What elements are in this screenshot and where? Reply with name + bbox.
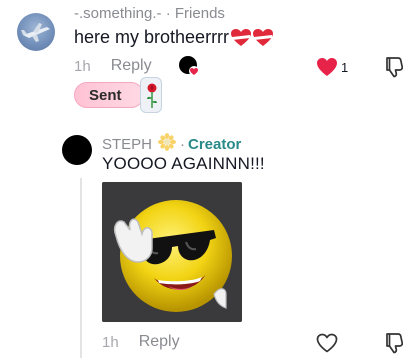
relation-label: Friends (174, 5, 225, 22)
sunflower-emoji-icon (158, 133, 177, 156)
creator-liked-icon (179, 56, 199, 76)
comment-body: here my brotheerrrr (74, 27, 274, 48)
username-separator: · (180, 136, 186, 153)
like-button-2[interactable] (316, 333, 338, 358)
username-text[interactable]: -.something.- (74, 5, 162, 22)
reply-username-row: STEPH · Creator (102, 133, 241, 156)
dislike-button-2[interactable] (384, 332, 404, 359)
airplane-avatar-image (21, 23, 50, 42)
reply-button[interactable]: Reply (111, 57, 152, 75)
reply-username[interactable]: STEPH (102, 136, 152, 153)
thumbs-down-icon[interactable] (384, 56, 404, 78)
reply-button-2[interactable]: Reply (139, 333, 180, 351)
reply-comment-text: YOOOO AGAINNN!!! (102, 154, 265, 173)
commenter-username[interactable]: -.something.- · Friends (74, 5, 225, 22)
reply-time: 1h (102, 333, 119, 351)
sunglasses-smiley-sticker-image (102, 182, 242, 322)
creator-avatar[interactable] (62, 135, 92, 165)
rose-gift-icon (140, 77, 162, 113)
like-control[interactable]: 1 (316, 57, 348, 77)
like-count: 1 (341, 59, 349, 75)
comment-text: here my brotheerrrr (74, 27, 230, 47)
commenter-avatar[interactable] (17, 13, 55, 51)
thumbs-down-icon[interactable] (384, 332, 404, 354)
sent-label: Sent (89, 87, 122, 104)
creator-liked-avatar (178, 55, 200, 77)
reply-meta: 1h Reply (102, 333, 180, 351)
cool-emoji-sticker[interactable] (102, 182, 242, 322)
heart-ribbon-emoji-icon (230, 28, 274, 48)
username-separator: · (161, 5, 175, 22)
heart-filled-icon[interactable] (316, 57, 338, 77)
dislike-button[interactable] (384, 56, 404, 83)
sent-gift-badge[interactable]: Sent (74, 82, 144, 108)
comment-time: 1h (74, 57, 91, 75)
thread-line (80, 178, 82, 358)
creator-badge: Creator (188, 136, 242, 153)
heart-outline-icon[interactable] (316, 333, 338, 353)
comment-meta: 1h Reply (74, 57, 152, 75)
